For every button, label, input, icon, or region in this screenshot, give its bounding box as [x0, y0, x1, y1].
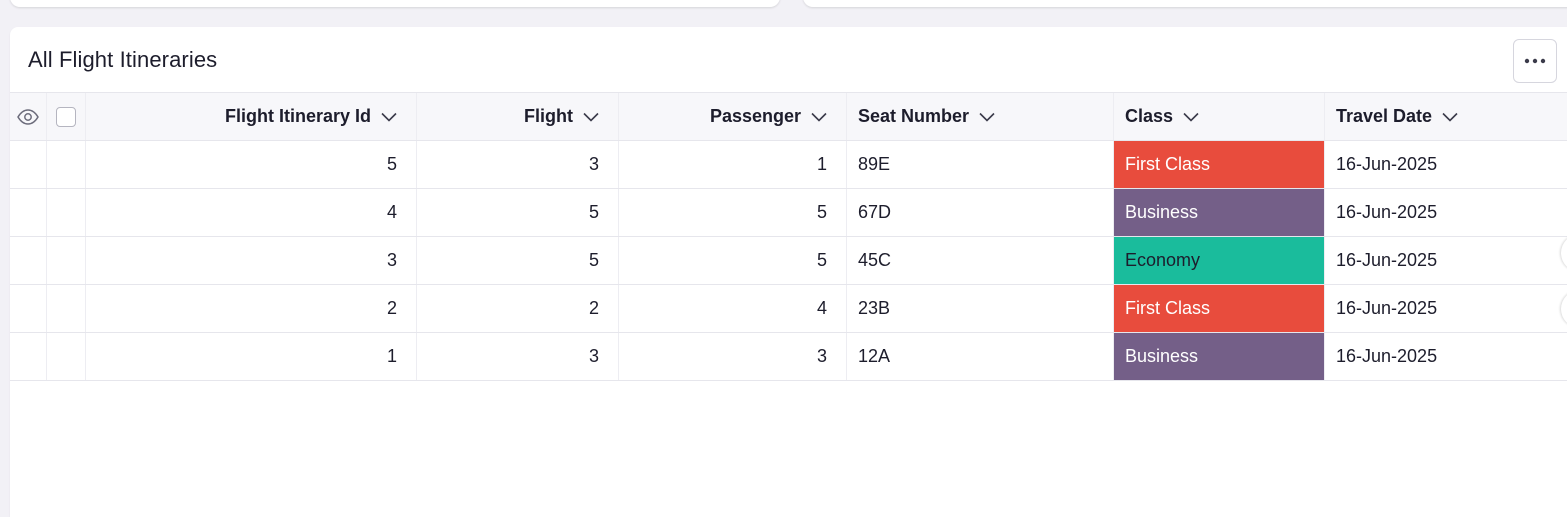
ellipsis-icon	[1524, 58, 1546, 64]
row-eye-cell	[10, 237, 47, 284]
chevron-down-icon[interactable]	[1442, 112, 1458, 122]
header-label: Class	[1125, 106, 1174, 126]
cell-flight: 3	[417, 333, 619, 380]
row-eye-cell	[10, 333, 47, 380]
header-label: Flight	[524, 106, 573, 126]
chevron-down-icon[interactable]	[1183, 112, 1199, 122]
cell-class-badge: Economy	[1114, 237, 1325, 284]
panel-title: All Flight Itineraries	[28, 47, 218, 72]
chevron-down-icon[interactable]	[583, 112, 599, 122]
cell-flight-itinerary-id: 5	[86, 141, 417, 188]
cell-flight: 5	[417, 237, 619, 284]
header-label: Travel Date	[1336, 106, 1433, 126]
itineraries-panel: All Flight Itineraries Flight Itinerary …	[10, 27, 1567, 517]
header-flight[interactable]: Flight	[417, 93, 619, 140]
cell-passenger: 5	[619, 189, 847, 236]
header-label: Seat Number	[858, 106, 970, 126]
cell-seat-number: 45C	[847, 237, 1114, 284]
row-eye-cell	[10, 189, 47, 236]
chevron-down-icon[interactable]	[381, 112, 397, 122]
cell-travel-date: 16-Jun-2025	[1336, 346, 1438, 366]
header-label: Flight Itinerary Id	[224, 106, 371, 126]
row-select-cell[interactable]	[47, 237, 86, 284]
row-select-cell[interactable]	[47, 141, 86, 188]
table-row[interactable]: 2 2 4 23B First Class 16-Jun-2025	[10, 285, 1567, 333]
select-all-checkbox-cell[interactable]	[47, 93, 86, 140]
cell-flight-itinerary-id: 4	[86, 189, 417, 236]
header-class[interactable]: Class	[1114, 93, 1325, 140]
cell-travel-date: 16-Jun-2025	[1336, 202, 1438, 222]
table-row[interactable]: 5 3 1 89E First Class 16-Jun-2025	[10, 141, 1567, 189]
cell-flight-itinerary-id: 3	[86, 237, 417, 284]
table-row[interactable]: 4 5 5 67D Business 16-Jun-2025	[10, 189, 1567, 237]
summary-card-left	[10, 0, 780, 7]
cell-class-badge: First Class	[1114, 285, 1325, 332]
cell-flight: 2	[417, 285, 619, 332]
header-travel-date[interactable]: Travel Date	[1325, 93, 1567, 140]
table-row[interactable]: 1 3 3 12A Business 16-Jun-2025	[10, 333, 1567, 381]
table-body: 5 3 1 89E First Class 16-Jun-2025 4 5 5 …	[10, 141, 1567, 381]
cell-class-badge: Business	[1114, 189, 1325, 236]
cell-flight: 3	[417, 141, 619, 188]
row-eye-cell	[10, 141, 47, 188]
cell-seat-number: 67D	[847, 189, 1114, 236]
header-seat-number[interactable]: Seat Number	[847, 93, 1114, 140]
row-eye-cell	[10, 285, 47, 332]
select-all-checkbox[interactable]	[56, 106, 76, 127]
row-select-cell[interactable]	[47, 333, 86, 380]
more-options-button[interactable]	[1513, 39, 1557, 83]
cell-travel-date: 16-Jun-2025	[1336, 250, 1438, 270]
cell-class-badge: First Class	[1114, 141, 1325, 188]
row-select-cell[interactable]	[47, 189, 86, 236]
cell-flight-itinerary-id: 1	[86, 333, 417, 380]
cell-flight: 5	[417, 189, 619, 236]
cell-seat-number: 12A	[847, 333, 1114, 380]
eye-icon	[17, 108, 39, 125]
itineraries-table: Flight Itinerary Id Flight Passenger Sea…	[10, 92, 1567, 381]
header-flight-itinerary-id[interactable]: Flight Itinerary Id	[86, 93, 417, 140]
table-header-row: Flight Itinerary Id Flight Passenger Sea…	[10, 92, 1567, 141]
summary-card-right	[803, 0, 1567, 7]
chevron-down-icon[interactable]	[811, 112, 827, 122]
cell-travel-date: 16-Jun-2025	[1336, 298, 1438, 318]
cell-passenger: 1	[619, 141, 847, 188]
cell-class-badge: Business	[1114, 333, 1325, 380]
cell-passenger: 3	[619, 333, 847, 380]
cell-seat-number: 23B	[847, 285, 1114, 332]
cell-passenger: 4	[619, 285, 847, 332]
cell-travel-date: 16-Jun-2025	[1336, 154, 1438, 174]
column-visibility-toggle[interactable]	[10, 93, 47, 140]
cell-passenger: 5	[619, 237, 847, 284]
row-select-cell[interactable]	[47, 285, 86, 332]
table-row[interactable]: 3 5 5 45C Economy 16-Jun-2025	[10, 237, 1567, 285]
chevron-down-icon[interactable]	[979, 112, 995, 122]
header-passenger[interactable]: Passenger	[619, 93, 847, 140]
cell-flight-itinerary-id: 2	[86, 285, 417, 332]
header-label: Passenger	[709, 106, 801, 126]
cell-seat-number: 89E	[847, 141, 1114, 188]
